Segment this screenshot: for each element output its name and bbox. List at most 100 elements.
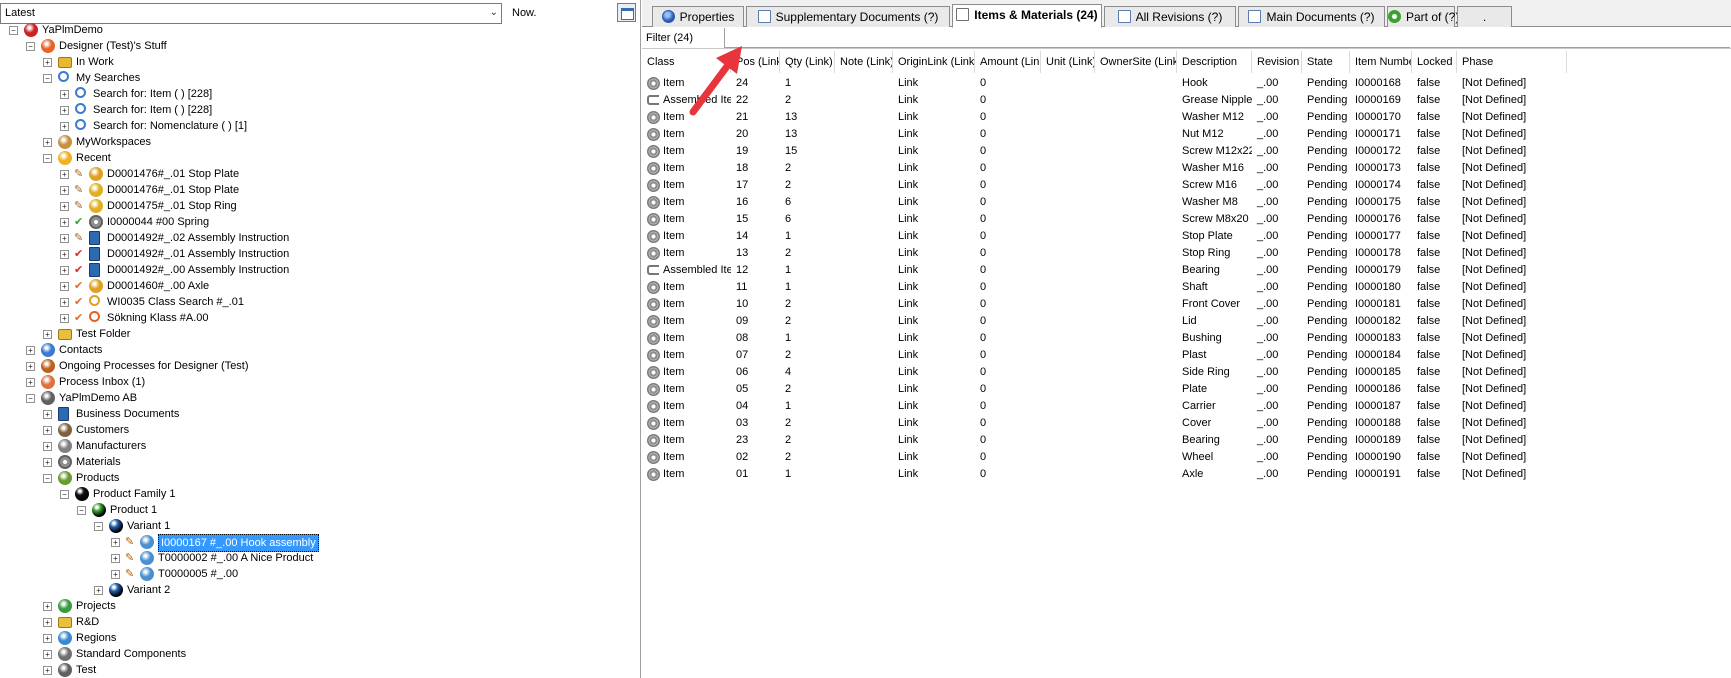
table-row[interactable]: Item 03 2 Link 0 Cover _.00 Pending I0000188 fals… <box>642 415 1731 432</box>
tree-node[interactable]: − YaPlmDemo AB <box>0 390 640 406</box>
column-header[interactable]: OriginLink (Link) <box>893 51 975 73</box>
expand-toggle[interactable]: + <box>43 442 52 451</box>
expand-toggle[interactable]: + <box>26 378 35 387</box>
tab-main[interactable]: Main Documents (?) <box>1238 6 1385 27</box>
tree-node[interactable]: + ✎ I0000167 #_.00 Hook assembly <box>0 534 640 552</box>
tree-node[interactable]: + ✔ Sökning Klass #A.00 <box>0 310 640 326</box>
tree-node[interactable]: + ✔ D0001492#_.00 Assembly Instruction <box>0 262 640 278</box>
column-header[interactable]: Locked <box>1412 51 1457 73</box>
expand-toggle[interactable]: + <box>43 618 52 627</box>
expand-toggle[interactable]: + <box>43 602 52 611</box>
table-row[interactable]: Item 24 1 Link 0 Hook _.00 Pending I0000168 false… <box>642 75 1731 92</box>
tab-part[interactable]: Part of (?) <box>1387 6 1459 27</box>
tree-node[interactable]: + ✔ WI0035 Class Search #_.01 <box>0 294 640 310</box>
filter-input[interactable] <box>724 28 1730 48</box>
expand-toggle[interactable]: + <box>60 170 69 179</box>
column-header[interactable]: Class <box>642 51 731 73</box>
collapse-toggle[interactable]: − <box>9 26 18 35</box>
table-row[interactable]: Item 01 1 Link 0 Axle _.00 Pending I0000191 false… <box>642 466 1731 483</box>
tree-node[interactable]: − Product 1 <box>0 502 640 518</box>
table-row[interactable]: Item 16 6 Link 0 Washer M8 _.00 Pending I0000175… <box>642 194 1731 211</box>
table-row[interactable]: Item 04 1 Link 0 Carrier _.00 Pending I0000187 fa… <box>642 398 1731 415</box>
column-header[interactable]: Pos (Link) <box>731 51 780 73</box>
collapse-toggle[interactable]: − <box>77 506 86 515</box>
expand-toggle[interactable]: + <box>111 554 120 563</box>
collapse-toggle[interactable]: − <box>43 154 52 163</box>
table-row[interactable]: Item 09 2 Link 0 Lid _.00 Pending I0000182 false [… <box>642 313 1731 330</box>
expand-toggle[interactable]: + <box>60 266 69 275</box>
column-header[interactable]: Item Number <box>1350 51 1412 73</box>
table-row[interactable]: Item 13 2 Link 0 Stop Ring _.00 Pending I0000178… <box>642 245 1731 262</box>
table-row[interactable]: Item 15 6 Link 0 Screw M8x20 _.00 Pending I00001… <box>642 211 1731 228</box>
column-header[interactable]: Unit (Link) <box>1041 51 1095 73</box>
tree-node[interactable]: − Variant 1 <box>0 518 640 534</box>
tree-node[interactable]: + Projects <box>0 598 640 614</box>
tree-node[interactable]: + Test <box>0 662 640 678</box>
expand-toggle[interactable]: + <box>60 106 69 115</box>
column-header[interactable]: Phase <box>1457 51 1567 73</box>
expand-toggle[interactable]: + <box>60 202 69 211</box>
table-row[interactable]: Item 14 1 Link 0 Stop Plate _.00 Pending I000017… <box>642 228 1731 245</box>
tree-node[interactable]: + ✎ D0001476#_.01 Stop Plate <box>0 182 640 198</box>
expand-toggle[interactable]: + <box>43 330 52 339</box>
expand-toggle[interactable]: + <box>43 426 52 435</box>
expand-toggle[interactable]: + <box>43 666 52 675</box>
tree-node[interactable]: − Designer (Test)'s Stuff <box>0 38 640 54</box>
tab-more[interactable]: . <box>1457 6 1512 27</box>
tree-node[interactable]: − My Searches <box>0 70 640 86</box>
expand-toggle[interactable]: + <box>43 458 52 467</box>
expand-toggle[interactable]: + <box>60 282 69 291</box>
tree-node[interactable]: + ✎ T0000005 #_.00 <box>0 566 640 582</box>
collapse-toggle[interactable]: − <box>43 474 52 483</box>
expand-toggle[interactable]: + <box>60 250 69 259</box>
table-row[interactable]: Item 11 1 Link 0 Shaft _.00 Pending I0000180 fals… <box>642 279 1731 296</box>
tree-node[interactable]: + ✔ D0001492#_.01 Assembly Instruction <box>0 246 640 262</box>
table-row[interactable]: Item 06 4 Link 0 Side Ring _.00 Pending I0000185… <box>642 364 1731 381</box>
tree-node[interactable]: + Search for: Item ( ) [228] <box>0 102 640 118</box>
table-row[interactable]: Item 07 2 Link 0 Plast _.00 Pending I0000184 fals… <box>642 347 1731 364</box>
table-row[interactable]: Item 10 2 Link 0 Front Cover _.00 Pending I00001… <box>642 296 1731 313</box>
collapse-toggle[interactable]: − <box>26 42 35 51</box>
collapse-toggle[interactable]: − <box>26 394 35 403</box>
expand-toggle[interactable]: + <box>60 298 69 307</box>
expand-toggle[interactable]: + <box>43 410 52 419</box>
expand-toggle[interactable]: + <box>60 186 69 195</box>
version-select[interactable]: Latest ⌄ <box>0 3 502 24</box>
tab-all[interactable]: All Revisions (?) <box>1104 6 1236 27</box>
column-header[interactable]: OwnerSite (Link) <box>1095 51 1177 73</box>
collapse-toggle[interactable]: − <box>60 490 69 499</box>
tree-node[interactable]: + Variant 2 <box>0 582 640 598</box>
table-row[interactable]: Item 18 2 Link 0 Washer M16 _.00 Pending I000017… <box>642 160 1731 177</box>
table-row[interactable]: Item 21 13 Link 0 Washer M12 _.00 Pending I00001… <box>642 109 1731 126</box>
table-row[interactable]: Assembled Item 12 1 Link 0 Bearing _.00 Pending… <box>642 262 1731 279</box>
collapse-toggle[interactable]: − <box>94 522 103 531</box>
tree-node[interactable]: − Recent <box>0 150 640 166</box>
tab-supplementary[interactable]: Supplementary Documents (?) <box>746 6 950 27</box>
tree-node[interactable]: + ✎ T0000002 #_.00 A Nice Product <box>0 550 640 566</box>
expand-toggle[interactable]: + <box>94 586 103 595</box>
column-header[interactable]: Description <box>1177 51 1252 73</box>
tree-node[interactable]: + ✔ D0001460#_.00 Axle <box>0 278 640 294</box>
tree-node[interactable]: + Standard Components <box>0 646 640 662</box>
table-row[interactable]: Item 23 2 Link 0 Bearing _.00 Pending I0000189 fa… <box>642 432 1731 449</box>
expand-toggle[interactable]: + <box>60 314 69 323</box>
tree-node[interactable]: + ✎ D0001492#_.02 Assembly Instruction <box>0 230 640 246</box>
tree-node[interactable]: − Products <box>0 470 640 486</box>
table-row[interactable]: Item 05 2 Link 0 Plate _.00 Pending I0000186 fals… <box>642 381 1731 398</box>
tree-node[interactable]: + ✔ I0000044 #00 Spring <box>0 214 640 230</box>
table-row[interactable]: Assembled Item222Link0Grease Nipple_.00P… <box>642 92 1731 109</box>
tree-node[interactable]: + MyWorkspaces <box>0 134 640 150</box>
expand-toggle[interactable]: + <box>43 58 52 67</box>
column-header[interactable]: Revision <box>1252 51 1302 73</box>
tab-properties[interactable]: Properties <box>652 6 744 27</box>
expand-toggle[interactable]: + <box>60 90 69 99</box>
expand-toggle[interactable]: + <box>43 634 52 643</box>
tree-node[interactable]: + ✎ D0001475#_.01 Stop Ring <box>0 198 640 214</box>
expand-toggle[interactable]: + <box>60 234 69 243</box>
collapse-toggle[interactable]: − <box>43 74 52 83</box>
column-header[interactable]: Note (Link) <box>835 51 893 73</box>
tab-items[interactable]: Items & Materials (24) <box>952 4 1102 28</box>
tree-node[interactable]: + Business Documents <box>0 406 640 422</box>
calendar-button[interactable] <box>617 3 636 22</box>
tree-node[interactable]: + In Work <box>0 54 640 70</box>
